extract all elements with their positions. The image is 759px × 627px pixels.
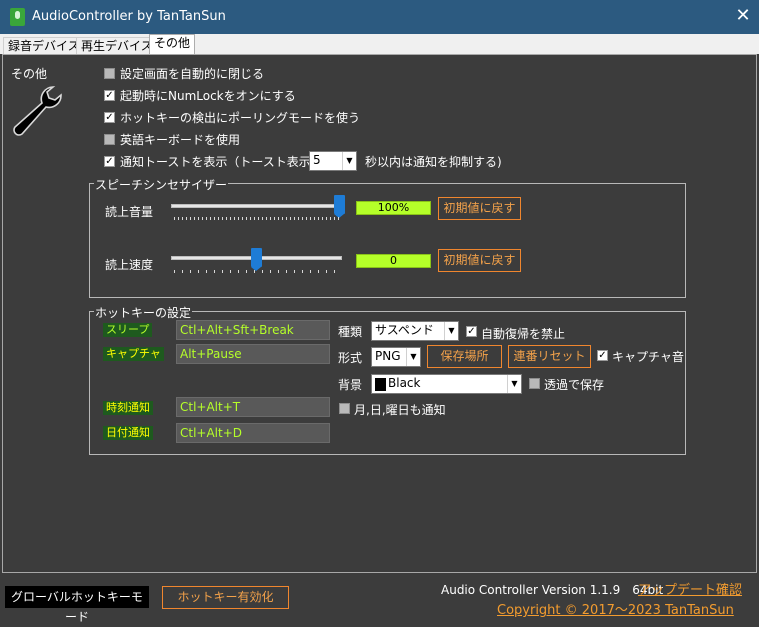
speed-ticks: [174, 270, 340, 273]
toast-label: 通知トーストを表示（トースト表示から: [120, 155, 335, 169]
polling-mode-checkbox[interactable]: ✓: [104, 112, 115, 123]
hotkey-tag-sleep: スリープ: [103, 323, 153, 337]
type-select[interactable]: サスペンド ▼: [371, 321, 459, 341]
hotkey-input-sleep[interactable]: Ctl+Alt+Sft+Break: [176, 320, 330, 340]
toast-seconds-select[interactable]: 5 ▼: [309, 151, 357, 171]
title-bar: AudioController by TanTanSun ✕: [0, 0, 759, 34]
numlock-label: 起動時にNumLockをオンにする: [120, 89, 296, 103]
tab-other[interactable]: その他: [149, 34, 196, 54]
auto-close-checkbox[interactable]: [104, 68, 115, 79]
auto-close-label: 設定画面を自動的に閉じる: [120, 67, 265, 81]
settings-panel: その他 設定画面を自動的に閉じる ✓ 起動時にNumLockをオンにする ✓ ホ…: [2, 54, 757, 573]
transparent-save-checkbox[interactable]: [529, 378, 540, 389]
tab-strip: 録音デバイス 再生デバイス その他: [0, 34, 759, 54]
english-keyboard-checkbox[interactable]: [104, 134, 115, 145]
speech-group: スピーチシンセサイザー 読上音量 100% 初期値に戻す 読上速度 0 初期値に…: [89, 176, 686, 298]
toast-checkbox[interactable]: ✓: [104, 156, 115, 167]
speed-slider-thumb[interactable]: [251, 248, 262, 271]
color-swatch: [375, 378, 386, 391]
hotkey-enable-button[interactable]: ホットキー有効化: [162, 586, 289, 609]
section-label: その他: [11, 67, 48, 81]
volume-value: 100%: [356, 201, 431, 215]
wrench-icon: [13, 86, 62, 136]
format-label: 形式: [338, 351, 363, 365]
volume-ticks: [174, 217, 340, 220]
format-select-value: PNG: [375, 349, 401, 363]
hotkey-tag-capture: キャプチャ: [103, 347, 164, 361]
type-select-value: サスペンド: [375, 323, 434, 337]
chevron-down-icon: ▼: [444, 322, 458, 340]
format-select[interactable]: PNG ▼: [371, 347, 421, 367]
date-weekday-label: 月,日,曜日も通知: [354, 403, 446, 417]
footer: グローバルホットキーモード ホットキー有効化 Audio Controller …: [0, 574, 759, 624]
speech-group-title: スピーチシンセサイザー: [94, 176, 229, 193]
chevron-down-icon: ▼: [507, 375, 521, 393]
polling-mode-label: ホットキーの検出にポーリングモードを使う: [120, 111, 361, 125]
hotkey-tag-time-notice: 時刻通知: [103, 401, 153, 415]
hotkey-input-date-notice[interactable]: Ctl+Alt+D: [176, 423, 330, 443]
date-weekday-checkbox[interactable]: [339, 403, 350, 414]
speed-value: 0: [356, 254, 431, 268]
hotkey-group: ホットキーの設定 スリープ Ctl+Alt+Sft+Break キャプチャ Al…: [89, 304, 686, 455]
background-label: 背景: [338, 378, 363, 392]
window-title: AudioController by TanTanSun: [32, 9, 226, 24]
capture-sound-checkbox[interactable]: ✓: [597, 350, 608, 361]
toast-seconds-value: 5: [313, 153, 321, 167]
update-check-link[interactable]: アップデート確認: [638, 579, 742, 598]
chevron-down-icon: ▼: [406, 348, 420, 366]
hotkey-tag-date-notice: 日付通知: [103, 426, 153, 440]
hotkey-group-title: ホットキーの設定: [94, 304, 193, 321]
no-auto-resume-label: 自動復帰を禁止: [481, 327, 566, 341]
hotkey-input-capture[interactable]: Alt+Pause: [176, 344, 330, 364]
tab-recording-devices[interactable]: 録音デバイス: [3, 37, 85, 54]
version-text: Audio Controller Version 1.1.9 64bit: [441, 583, 664, 597]
global-hotkey-mode-status: グローバルホットキーモード: [5, 586, 149, 624]
english-keyboard-label: 英語キーボードを使用: [120, 133, 241, 147]
copyright-link[interactable]: Copyright © 2017～2023 TanTanSun: [497, 599, 734, 618]
serial-reset-button[interactable]: 連番リセット: [508, 345, 591, 368]
close-button[interactable]: ✕: [727, 0, 759, 32]
type-label: 種類: [338, 325, 363, 339]
volume-slider-track[interactable]: [171, 204, 342, 208]
no-auto-resume-checkbox[interactable]: ✓: [466, 326, 477, 337]
speed-label: 読上速度: [105, 258, 154, 272]
background-select[interactable]: Black ▼: [371, 374, 522, 394]
transparent-save-label: 透過で保存: [544, 378, 605, 392]
volume-slider-thumb[interactable]: [334, 195, 345, 218]
numlock-checkbox[interactable]: ✓: [104, 90, 115, 101]
volume-reset-button[interactable]: 初期値に戻す: [438, 197, 521, 220]
chevron-down-icon: ▼: [342, 152, 356, 170]
speed-reset-button[interactable]: 初期値に戻す: [438, 249, 521, 272]
hotkey-input-time-notice[interactable]: Ctl+Alt+T: [176, 397, 330, 417]
microphone-icon: [10, 8, 25, 26]
capture-sound-label: キャプチャ音: [612, 350, 684, 364]
toast-suffix-label: 秒以内は通知を抑制する): [365, 155, 502, 169]
volume-label: 読上音量: [105, 205, 154, 219]
tab-playback-devices[interactable]: 再生デバイス: [76, 37, 158, 54]
save-location-button[interactable]: 保存場所: [427, 345, 502, 368]
